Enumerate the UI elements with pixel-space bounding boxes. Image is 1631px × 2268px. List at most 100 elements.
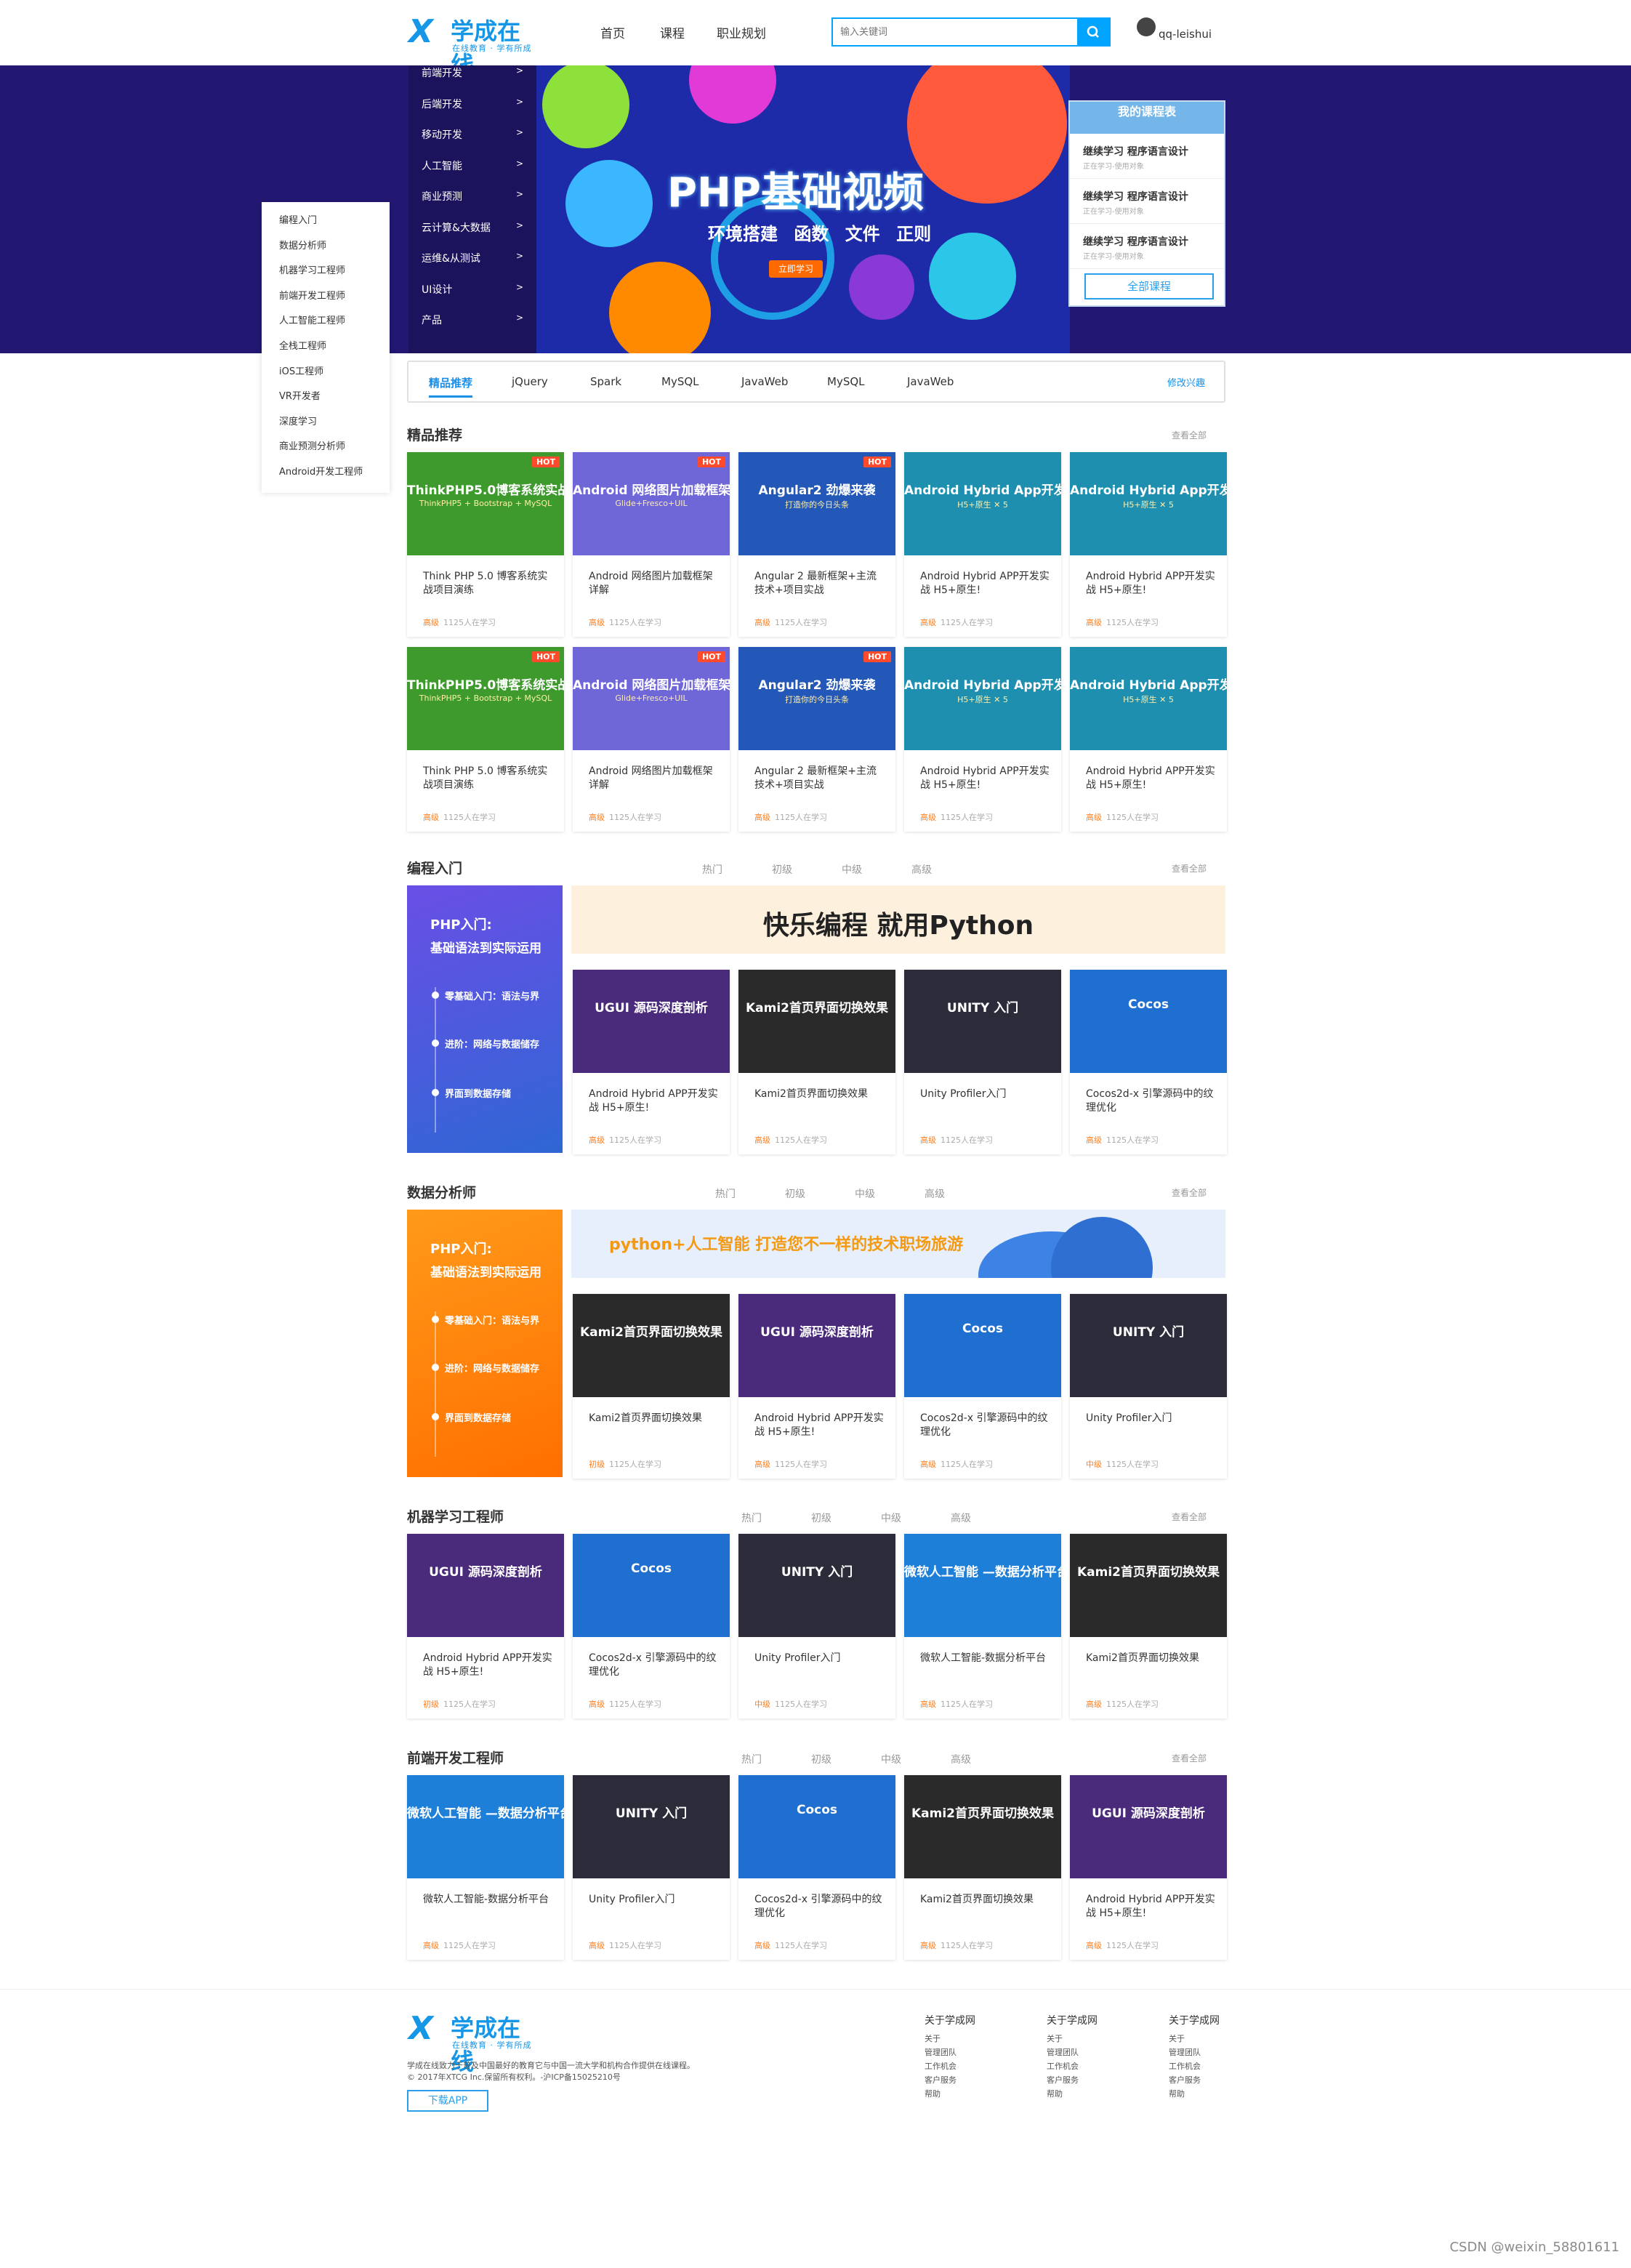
filter-tab[interactable]: 高级 [951, 1752, 971, 1766]
menu-item[interactable]: 人工智能 > [408, 158, 536, 190]
course-card[interactable]: Cocos Cocos2d-x 引擎源码中的纹理优化 高级 1125人在学习 [904, 1294, 1061, 1479]
course-title[interactable]: Kami2首页界面切换效果 [1086, 1652, 1215, 1665]
python-banner[interactable]: 快乐编程 就用Python [571, 885, 1225, 954]
footer-link[interactable]: 客户服务 [1169, 2073, 1256, 2087]
nav-courses[interactable]: 课程 [660, 23, 685, 41]
course-title[interactable]: Angular 2 最新框架+主流技术+项目实战 [754, 765, 884, 792]
course-title[interactable]: Android Hybrid APP开发实战 H5+原生! [589, 1087, 718, 1115]
promo-panel[interactable]: PHP入门: 基础语法到实际运用 零基础入门：语法与界 进阶：网络与数据储存 界… [407, 1210, 563, 1477]
menu-item[interactable]: 前端开发 > [408, 65, 536, 97]
course-card[interactable]: Angular2 劲爆来袭 打造你的今日头条 HOT Angular 2 最新框架+主… [738, 452, 895, 637]
course-card[interactable]: Cocos Cocos2d-x 引擎源码中的纹理优化 高级 1125人在学习 [738, 1775, 895, 1960]
course-card[interactable]: Android Hybrid App开发实战H5+原生 ✕ 5 Android H… [904, 647, 1061, 832]
tag-item[interactable]: MySQL [827, 375, 865, 388]
ai-banner[interactable]: python+人工智能 打造您不一样的技术职场旅游 [571, 1210, 1225, 1278]
submenu-item[interactable]: 机器学习工程师 [262, 262, 390, 288]
footer-link[interactable]: 客户服务 [1047, 2073, 1134, 2087]
course-title[interactable]: Kami2首页界面切换效果 [920, 1893, 1050, 1907]
filter-tab[interactable]: 初级 [785, 1186, 805, 1201]
hero-banner[interactable]: PHP基础视频 环境搭建 函数 文件 正则 立即学习 [536, 65, 1070, 353]
course-card[interactable]: Kami2首页界面切换效果 Kami2首页界面切换效果 高级 1125人在学习 [738, 970, 895, 1154]
course-title[interactable]: Android Hybrid APP开发实战 H5+原生! [754, 1412, 884, 1439]
course-title[interactable]: Think PHP 5.0 博客系统实战项目演练 [423, 570, 552, 598]
submenu-item[interactable]: 人工智能工程师 [262, 313, 390, 338]
submenu-item[interactable]: VR开发者 [262, 388, 390, 414]
footer-link[interactable]: 关于 [925, 2032, 1012, 2046]
footer-link[interactable]: 工作机会 [1169, 2059, 1256, 2073]
download-app-button[interactable]: 下载APP [407, 2090, 488, 2112]
filter-tab[interactable]: 热门 [741, 1752, 762, 1766]
submenu-item[interactable]: 数据分析师 [262, 238, 390, 263]
course-title[interactable]: Angular 2 最新框架+主流技术+项目实战 [754, 570, 884, 598]
footer-link[interactable]: 管理团队 [1047, 2046, 1134, 2059]
tag-item[interactable]: Spark [590, 375, 621, 388]
all-courses-button[interactable]: 全部课程 [1084, 273, 1214, 299]
course-card[interactable]: Android 网络图片加载框架详解Glide+Fresco+UILHOT And… [573, 647, 730, 832]
submenu-item[interactable]: Android开发工程师 [262, 464, 390, 489]
course-card[interactable]: Android 网络图片加载框架详解Glide+Fresco+UILHOT And… [573, 452, 730, 637]
menu-item[interactable]: 移动开发 > [408, 127, 536, 158]
course-title[interactable]: 微软人工智能-数据分析平台 [423, 1893, 552, 1907]
course-title[interactable]: Kami2首页界面切换效果 [754, 1087, 884, 1101]
course-title[interactable]: Android 网络图片加载框架详解 [589, 765, 718, 792]
course-card[interactable]: Kami2首页界面切换效果 Kami2首页界面切换效果 高级 1125人在学习 [1070, 1534, 1227, 1718]
course-card[interactable]: ThinkPHP5.0博客系统实战 ThinkPHP5 + Bootstrap +… [407, 647, 564, 832]
course-title[interactable]: 微软人工智能-数据分析平台 [920, 1652, 1050, 1665]
footer-link[interactable]: 管理团队 [925, 2046, 1012, 2059]
tag-item[interactable]: JavaWeb [907, 375, 954, 388]
course-card[interactable]: 微软人工智能 —数据分析平台 微软人工智能-数据分析平台 高级 1125人在学习 [407, 1775, 564, 1960]
filter-tab[interactable]: 初级 [811, 1511, 831, 1525]
submenu-item[interactable]: 商业预测分析师 [262, 438, 390, 464]
course-card[interactable]: UNITY 入门 Unity Profiler入门 高级 1125人在学习 [904, 970, 1061, 1154]
view-all-link[interactable]: 查看全部 [1172, 429, 1207, 441]
submenu-item[interactable]: 全栈工程师 [262, 338, 390, 363]
course-card[interactable]: Cocos Cocos2d-x 引擎源码中的纹理优化 高级 1125人在学习 [1070, 970, 1227, 1154]
view-all-link[interactable]: 查看全部 [1172, 862, 1207, 874]
menu-item[interactable]: 后端开发 > [408, 97, 536, 128]
course-title[interactable]: Android Hybrid APP开发实战 H5+原生! [423, 1652, 552, 1679]
course-card[interactable]: Android Hybrid App开发实战H5+原生 ✕ 5 Android H… [904, 452, 1061, 637]
menu-item[interactable]: 产品 > [408, 313, 536, 344]
course-card[interactable]: UGUI 源码深度剖析 Android Hybrid APP开发实战 H5+原生!… [738, 1294, 895, 1479]
course-title[interactable]: Android Hybrid APP开发实战 H5+原生! [1086, 765, 1215, 792]
tag-item[interactable]: 精品推荐 [429, 375, 473, 398]
banner-learn-button[interactable]: 立即学习 [769, 260, 823, 278]
footer-link[interactable]: 关于 [1169, 2032, 1256, 2046]
course-card[interactable]: 微软人工智能 —数据分析平台 微软人工智能-数据分析平台 高级 1125人在学习 [904, 1534, 1061, 1718]
filter-tab[interactable]: 中级 [855, 1186, 875, 1201]
course-title[interactable]: Cocos2d-x 引擎源码中的纹理优化 [589, 1652, 718, 1679]
course-title[interactable]: Unity Profiler入门 [754, 1652, 884, 1665]
course-card[interactable]: Kami2首页界面切换效果 Kami2首页界面切换效果 高级 1125人在学习 [904, 1775, 1061, 1960]
footer-link[interactable]: 关于 [1047, 2032, 1134, 2046]
filter-tab[interactable]: 中级 [881, 1511, 901, 1525]
course-card[interactable]: UGUI 源码深度剖析 Android Hybrid APP开发实战 H5+原生!… [573, 970, 730, 1154]
filter-tab[interactable]: 中级 [842, 862, 862, 877]
course-card[interactable]: UGUI 源码深度剖析 Android Hybrid APP开发实战 H5+原生!… [1070, 1775, 1227, 1960]
course-card[interactable]: Cocos Cocos2d-x 引擎源码中的纹理优化 高级 1125人在学习 [573, 1534, 730, 1718]
footer-link[interactable]: 帮助 [925, 2087, 1012, 2101]
course-title[interactable]: Cocos2d-x 引擎源码中的纹理优化 [754, 1893, 884, 1921]
filter-tab[interactable]: 初级 [772, 862, 792, 877]
filter-tab[interactable]: 中级 [881, 1752, 901, 1766]
schedule-item[interactable]: 继续学习 程序语言设计 正在学习-使用对象 [1070, 179, 1224, 224]
course-title[interactable]: Android Hybrid APP开发实战 H5+原生! [1086, 1893, 1215, 1921]
schedule-item[interactable]: 继续学习 程序语言设计 正在学习-使用对象 [1070, 134, 1224, 179]
course-title[interactable]: Kami2首页界面切换效果 [589, 1412, 718, 1425]
submenu-item[interactable]: 深度学习 [262, 414, 390, 439]
menu-item[interactable]: 商业预测 > [408, 189, 536, 220]
nav-home[interactable]: 首页 [600, 23, 625, 41]
course-card[interactable]: UNITY 入门 Unity Profiler入门 高级 1125人在学习 [573, 1775, 730, 1960]
course-card[interactable]: Angular2 劲爆来袭 打造你的今日头条 HOT Angular 2 最新框架+主… [738, 647, 895, 832]
footer-link[interactable]: 帮助 [1047, 2087, 1134, 2101]
footer-link[interactable]: 管理团队 [1169, 2046, 1256, 2059]
footer-link[interactable]: 工作机会 [1047, 2059, 1134, 2073]
menu-item[interactable]: 运维&从测试 > [408, 251, 536, 282]
edit-interest-link[interactable]: 修改兴趣 [1167, 375, 1205, 389]
course-title[interactable]: Unity Profiler入门 [1086, 1412, 1215, 1425]
filter-tab[interactable]: 初级 [811, 1752, 831, 1766]
course-title[interactable]: Think PHP 5.0 博客系统实战项目演练 [423, 765, 552, 792]
search-input[interactable] [840, 23, 1080, 41]
course-title[interactable]: Android Hybrid APP开发实战 H5+原生! [920, 570, 1050, 598]
course-title[interactable]: Unity Profiler入门 [589, 1893, 718, 1907]
schedule-item[interactable]: 继续学习 程序语言设计 正在学习-使用对象 [1070, 224, 1224, 269]
